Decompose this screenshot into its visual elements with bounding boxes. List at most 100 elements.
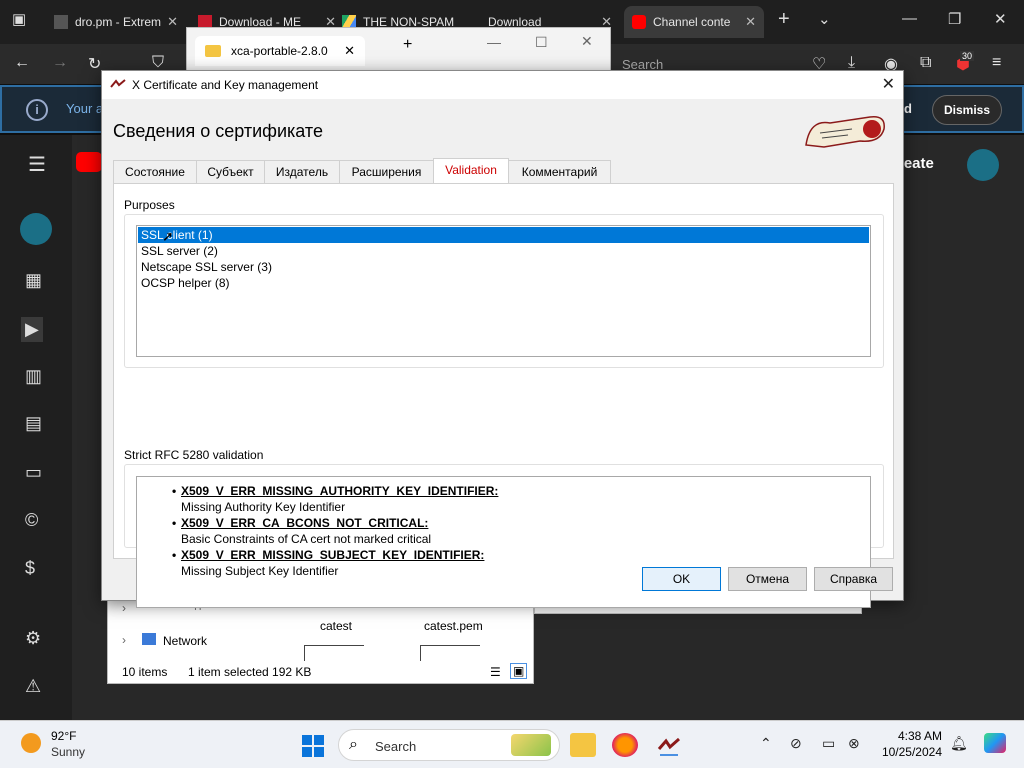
close-icon[interactable]: ✕ (167, 14, 178, 30)
error-item: X509_V_ERR_MISSING_AUTHORITY_KEY_IDENTIF… (181, 484, 498, 514)
details-view-icon[interactable]: ☰ (490, 665, 501, 679)
minimize-icon[interactable]: — (487, 34, 501, 50)
content-icon[interactable]: ▶ (21, 317, 43, 342)
chevron-right-icon[interactable]: › (122, 633, 126, 647)
weather-temperature[interactable]: 92°F (51, 729, 76, 743)
network-item[interactable]: Network (163, 634, 207, 648)
settings-icon[interactable]: ⚙ (25, 628, 41, 649)
reload-icon[interactable]: ↻ (88, 54, 101, 74)
tiles-view-icon[interactable]: ▣ (510, 663, 528, 679)
help-button[interactable]: Справка (814, 567, 893, 591)
youtube-icon (632, 15, 646, 29)
xca-taskbar-icon[interactable] (656, 733, 682, 757)
mouse-cursor-icon: ➚ (162, 228, 174, 244)
tab-validation[interactable]: Validation (433, 158, 509, 185)
feedback-icon[interactable]: ⚠ (25, 676, 41, 697)
close-icon[interactable]: ✕ (344, 43, 355, 59)
strict-validation-label: Strict RFC 5280 validation (124, 448, 264, 462)
list-item[interactable]: SSL client (1) (138, 227, 869, 243)
close-icon[interactable]: ✕ (882, 74, 895, 94)
search-icon: ⌕ (349, 736, 358, 753)
youtube-logo[interactable] (76, 152, 102, 172)
chevron-up-icon[interactable]: ⌃ (760, 735, 772, 752)
forward-icon[interactable]: → (52, 54, 68, 72)
tab-actions-icon[interactable]: ▣ (12, 10, 26, 28)
extensions-icon[interactable]: ⧉ (920, 54, 931, 72)
weather-description[interactable]: Sunny (51, 745, 85, 759)
network-icon (142, 633, 156, 645)
search-highlight-icon (511, 734, 551, 756)
notification-bell-icon[interactable]: 🔔︎ (950, 735, 968, 752)
folder-icon (205, 45, 221, 57)
copyright-icon[interactable]: © (25, 510, 38, 531)
file-explorer-icon[interactable] (570, 733, 596, 757)
file-thumbnail[interactable] (304, 645, 364, 661)
error-code: X509_V_ERR_MISSING_AUTHORITY_KEY_IDENTIF… (181, 484, 499, 498)
purposes-label: Purposes (124, 198, 175, 212)
certificate-scroll-icon (805, 116, 885, 148)
dashboard-icon[interactable]: ▦ (25, 270, 42, 291)
file-thumbnail[interactable] (420, 645, 480, 661)
tab-status[interactable]: Состояние (113, 160, 197, 184)
network-status-icon[interactable]: ⊘ (790, 735, 802, 752)
close-window-icon[interactable]: ✕ (581, 33, 593, 50)
list-item[interactable]: OCSP helper (8) (138, 275, 229, 291)
certificate-details-dialog: X Certificate and Key management ✕ Сведе… (101, 70, 904, 608)
cancel-button[interactable]: Отмена (728, 567, 807, 591)
taskbar-search[interactable]: ⌕ Search (338, 729, 560, 761)
bullet: • (172, 516, 177, 530)
tab-title: dro.pm - Extrem (75, 15, 162, 29)
selection-info: 1 item selected 192 KB (188, 665, 312, 679)
firefox-icon[interactable] (612, 733, 638, 757)
subtitles-icon[interactable]: ▭ (25, 462, 42, 483)
earn-icon[interactable]: $ (25, 558, 35, 579)
list-item[interactable]: Netscape SSL server (3) (138, 259, 272, 275)
taskbar-search-text: Search (375, 739, 417, 754)
tab-issuer[interactable]: Издатель (264, 160, 340, 184)
maximize-icon[interactable]: ❐ (948, 10, 961, 28)
display-icon[interactable]: ▭ (822, 735, 835, 752)
new-tab-icon[interactable]: + (403, 36, 412, 54)
purposes-list[interactable]: SSL client (1) SSL server (2) Netscape S… (136, 225, 871, 357)
tab-extensions[interactable]: Расширения (339, 160, 434, 184)
tab-comment[interactable]: Комментарий (508, 160, 611, 184)
list-item[interactable]: SSL server (2) (138, 243, 218, 259)
info-icon: i (26, 99, 48, 121)
minimize-icon[interactable]: — (902, 10, 917, 27)
close-icon[interactable]: ✕ (745, 14, 756, 30)
explorer-tab[interactable]: xca-portable-2.8.0 ✕ (195, 36, 365, 66)
notification-action[interactable]: d (904, 101, 912, 116)
account-avatar[interactable] (967, 149, 999, 181)
hamburger-menu-icon[interactable]: ☰ (28, 152, 46, 177)
file-name[interactable]: catest (320, 619, 352, 633)
close-window-icon[interactable]: ✕ (994, 10, 1007, 28)
maximize-icon[interactable]: ☐ (535, 34, 548, 51)
file-name[interactable]: catest.pem (424, 619, 483, 633)
chevron-down-icon[interactable]: ⌄ (818, 10, 831, 28)
error-item: X509_V_ERR_CA_BCONS_NOT_CRITICAL: Basic … (181, 516, 431, 546)
dismiss-button[interactable]: Dismiss (932, 95, 1002, 125)
channel-avatar[interactable] (20, 213, 52, 245)
tab-subject[interactable]: Субъект (196, 160, 265, 184)
back-icon[interactable]: ← (14, 54, 30, 72)
browser-tab-5[interactable]: Channel conte ✕ (624, 6, 764, 38)
analytics-icon[interactable]: ▥ (25, 366, 42, 387)
new-tab-icon[interactable]: + (778, 8, 790, 31)
bullet: • (172, 484, 177, 498)
browser-tab-1[interactable]: dro.pm - Extrem ✕ (54, 6, 178, 38)
explorer-tab-title: xca-portable-2.8.0 (231, 44, 328, 58)
clock-time[interactable]: 4:38 AM (896, 729, 942, 743)
volume-muted-icon[interactable]: ⊗ (848, 735, 860, 752)
extension-badge: 30 (960, 51, 975, 61)
dialog-heading: Сведения о сертификате (113, 121, 323, 141)
start-button[interactable] (302, 735, 324, 757)
ok-button[interactable]: OK (642, 567, 721, 591)
copilot-icon[interactable] (984, 733, 1006, 753)
tab-title: Channel conte (653, 15, 731, 29)
menu-icon[interactable]: ≡ (992, 54, 1001, 72)
sun-icon[interactable] (21, 733, 41, 753)
chevron-right-icon[interactable]: › (122, 601, 126, 615)
comments-icon[interactable]: ▤ (25, 413, 42, 434)
clock-date[interactable]: 10/25/2024 (878, 745, 942, 759)
error-description: Missing Authority Key Identifier (181, 500, 346, 514)
